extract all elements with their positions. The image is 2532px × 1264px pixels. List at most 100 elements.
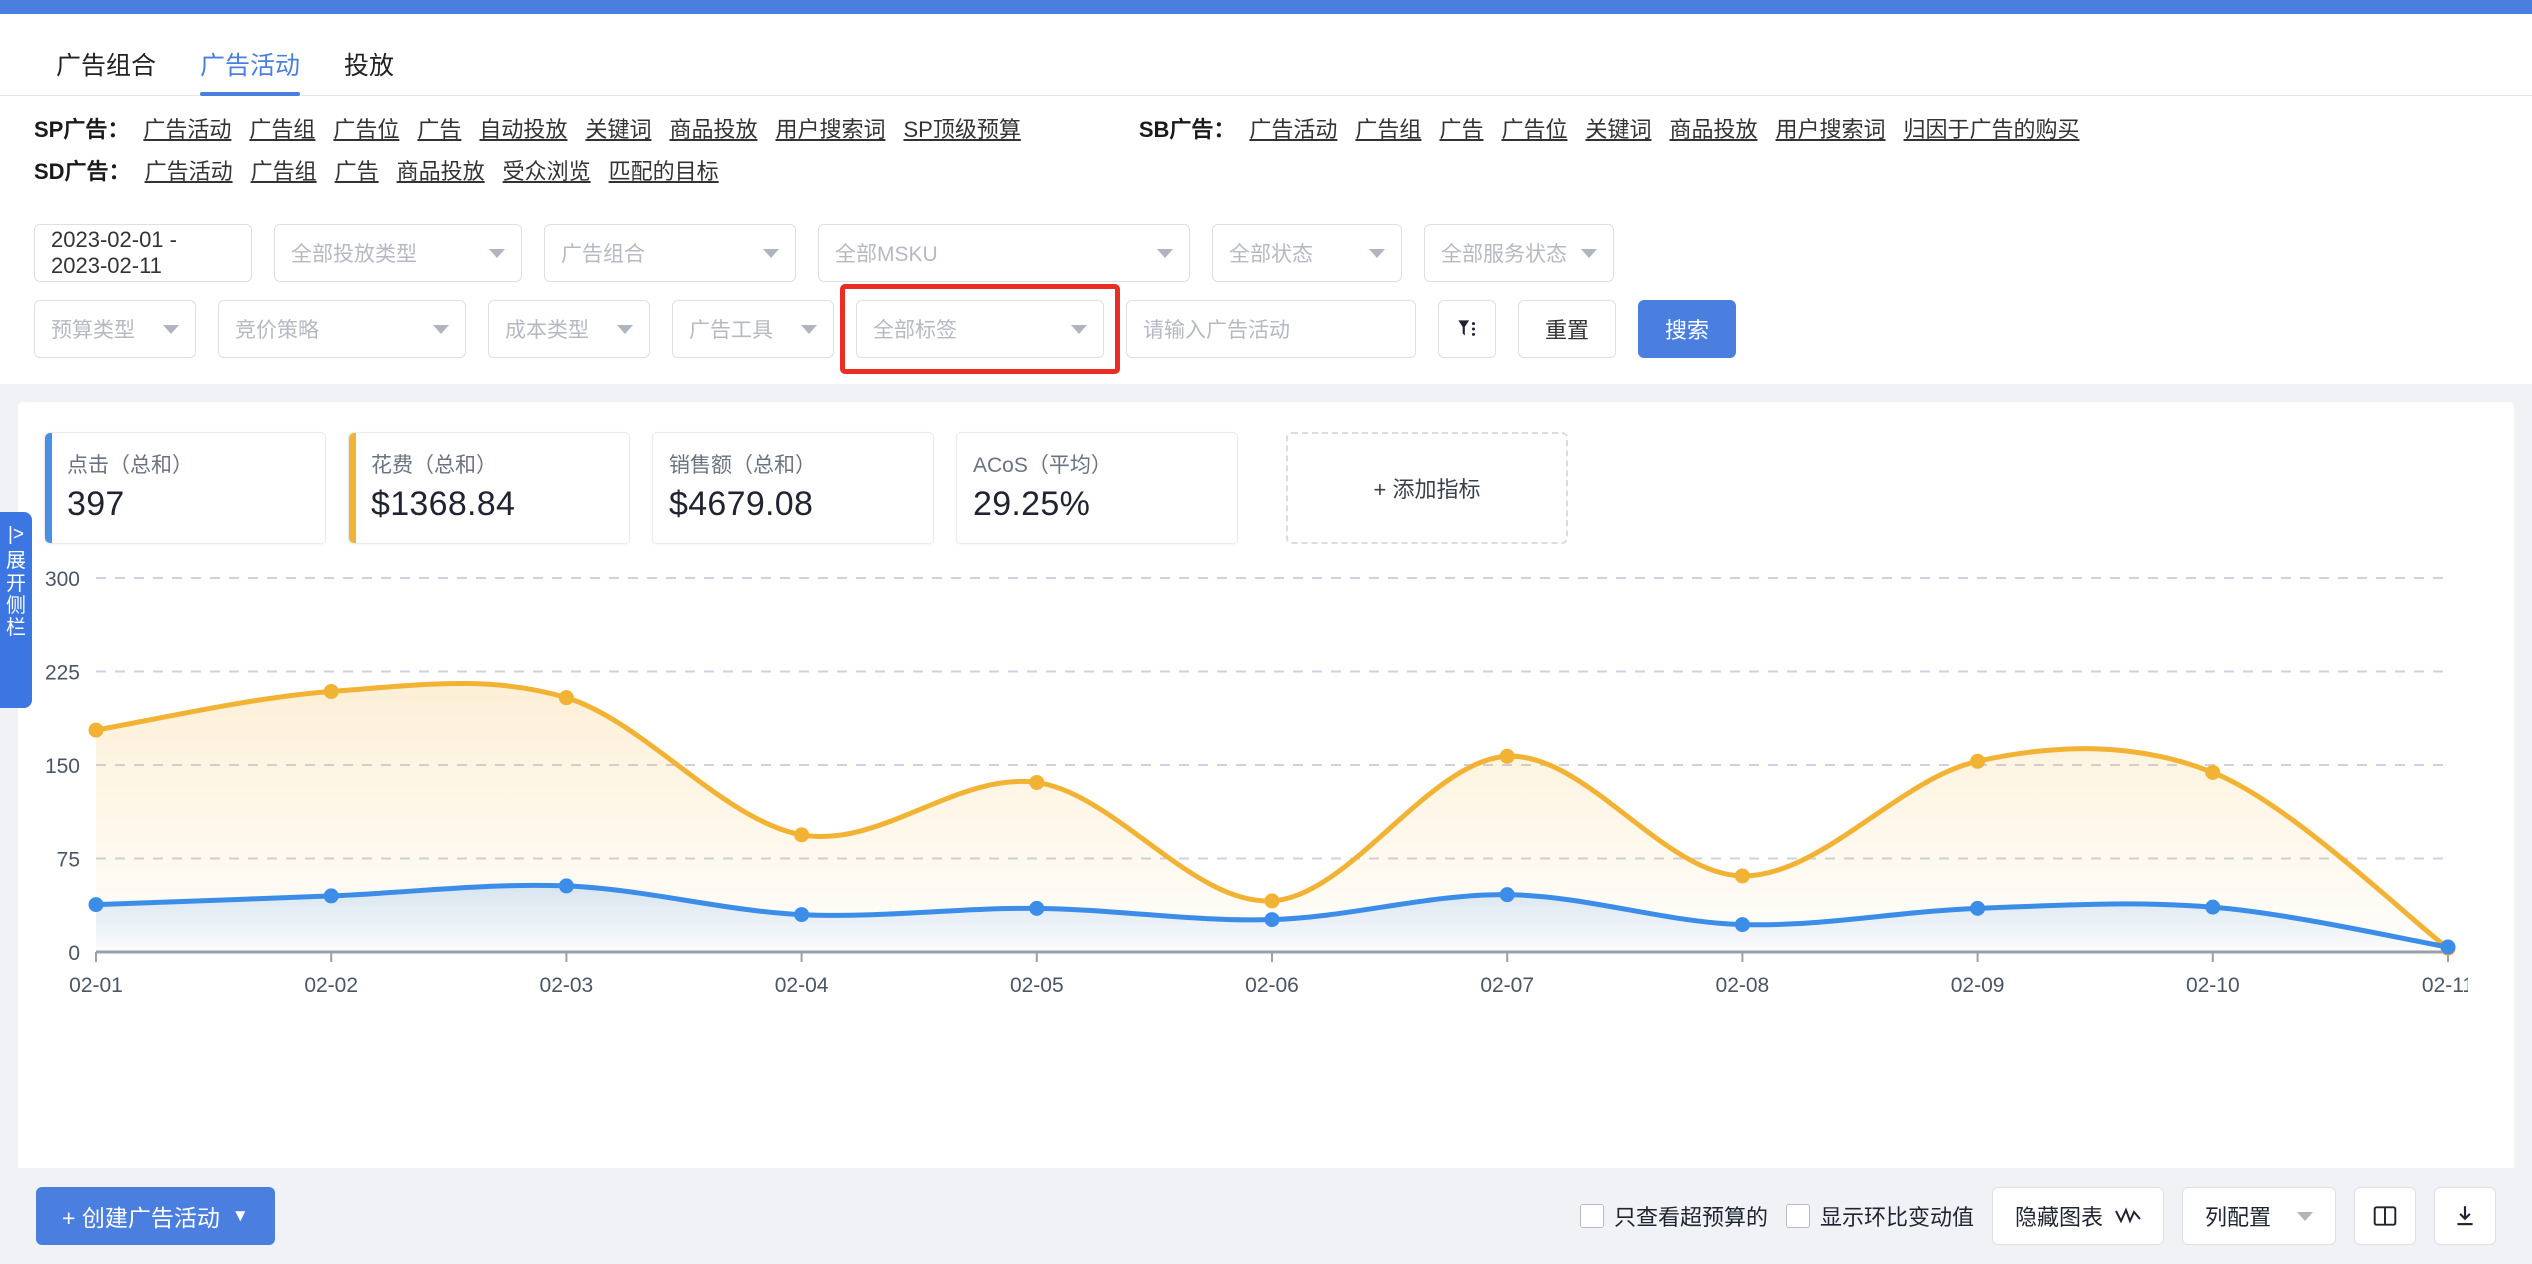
link-group-sb-label: SB广告： <box>1138 117 1236 142</box>
date-range-picker[interactable]: 2023-02-01 - 2023-02-11 <box>34 224 252 282</box>
metric-label: 销售额（总和） <box>669 454 816 477</box>
svg-text:02-05: 02-05 <box>1010 974 1064 997</box>
service-status-label: 全部服务状态 <box>1441 243 1567 266</box>
campaign-search-input[interactable]: 请输入广告活动 <box>1126 300 1416 358</box>
sb-link-attributed-purchase[interactable]: 归因于广告的购买 <box>1904 112 2080 144</box>
sb-link-adgroup[interactable]: 广告组 <box>1355 112 1421 144</box>
metric-card-spend[interactable]: 花费（总和） $1368.84 <box>348 432 630 544</box>
sp-link-auto-targeting[interactable]: 自动投放 <box>479 112 567 144</box>
book-view-button[interactable] <box>2354 1187 2416 1245</box>
quick-links-row-2: SD广告： 广告活动 广告组 广告 商品投放 受众浏览 匹配的目标 <box>34 154 2532 186</box>
link-group-sd-label: SD广告： <box>34 159 131 184</box>
chevron-down-icon <box>1071 324 1087 334</box>
hide-chart-label: 隐藏图表 <box>2014 1205 2103 1230</box>
tab-ad-campaign[interactable]: 广告活动 <box>178 54 322 96</box>
expand-sidebar-char-1: 展 <box>6 550 26 573</box>
search-button[interactable]: 搜索 <box>1638 300 1737 358</box>
link-group-sp: SP广告： 广告活动 广告组 广告位 广告 自动投放 关键词 商品投放 用户搜索… <box>34 112 1021 144</box>
sp-link-ad[interactable]: 广告 <box>417 112 461 144</box>
sb-link-keyword[interactable]: 关键词 <box>1585 112 1651 144</box>
metric-card-sales[interactable]: 销售额（总和） $4679.08 <box>652 432 934 544</box>
svg-text:02-01: 02-01 <box>69 974 123 997</box>
svg-text:02-03: 02-03 <box>540 974 594 997</box>
checkbox-show-change[interactable]: 显示环比变动值 <box>1785 1200 1974 1232</box>
column-config-button[interactable]: 列配置 <box>2181 1187 2336 1245</box>
sp-link-placement[interactable]: 广告位 <box>333 112 399 144</box>
chevron-down-icon: ▼ <box>231 1206 249 1225</box>
filter-row-1: 2023-02-01 - 2023-02-11 全部投放类型 广告组合 全部MS… <box>34 224 2498 282</box>
ad-portfolio-label: 广告组合 <box>561 243 645 266</box>
chevron-down-icon <box>1157 248 1173 258</box>
checkbox-box[interactable] <box>1785 1204 1810 1228</box>
status-select[interactable]: 全部状态 <box>1212 224 1402 282</box>
main-content-card: 点击（总和） 397 花费（总和） $1368.84 销售额（总和） $4679… <box>18 402 2514 1262</box>
chevron-down-icon <box>1369 248 1385 258</box>
checkbox-box[interactable] <box>1579 1204 1604 1228</box>
sd-link-product-targeting[interactable]: 商品投放 <box>397 154 485 186</box>
create-campaign-button[interactable]: + 创建广告活动 ▼ <box>36 1187 275 1245</box>
sp-link-top-budget[interactable]: SP顶级预算 <box>903 112 1020 144</box>
cost-type-select[interactable]: 成本类型 <box>488 300 650 358</box>
svg-text:300: 300 <box>45 568 80 591</box>
msku-select[interactable]: 全部MSKU <box>818 224 1190 282</box>
reset-button[interactable]: 重置 <box>1518 300 1617 358</box>
bidding-strategy-label: 竞价策略 <box>235 319 319 342</box>
svg-text:02-04: 02-04 <box>775 974 829 997</box>
checkbox-over-budget[interactable]: 只查看超预算的 <box>1579 1200 1768 1232</box>
bidding-strategy-select[interactable]: 竞价策略 <box>218 300 466 358</box>
app-root: 广告组合 广告活动 投放 SP广告： 广告活动 广告组 广告位 广告 自动投放 … <box>0 0 2532 1264</box>
top-blue-strip <box>0 0 2532 14</box>
sb-link-search-term[interactable]: 用户搜索词 <box>1776 112 1886 144</box>
sb-link-campaign[interactable]: 广告活动 <box>1249 112 1337 144</box>
sp-link-product-targeting[interactable]: 商品投放 <box>669 112 757 144</box>
sb-link-placement[interactable]: 广告位 <box>1501 112 1567 144</box>
sp-link-adgroup[interactable]: 广告组 <box>249 112 315 144</box>
tab-delivery[interactable]: 投放 <box>322 54 416 95</box>
sd-link-matched-target[interactable]: 匹配的目标 <box>609 154 719 186</box>
sp-link-campaign[interactable]: 广告活动 <box>143 112 231 144</box>
metric-value: $1368.84 <box>371 485 516 523</box>
expand-sidebar-tab[interactable]: |> 展 开 侧 栏 <box>0 512 32 708</box>
ad-tool-select[interactable]: 广告工具 <box>672 300 834 358</box>
quick-links-section: SP广告： 广告活动 广告组 广告位 广告 自动投放 关键词 商品投放 用户搜索… <box>0 96 2532 200</box>
svg-text:02-06: 02-06 <box>1245 974 1299 997</box>
metric-label: 点击（总和） <box>67 454 193 477</box>
funnel-icon-button[interactable] <box>1438 300 1496 358</box>
download-button[interactable] <box>2434 1187 2496 1245</box>
svg-text:225: 225 <box>45 662 80 685</box>
sp-link-keyword[interactable]: 关键词 <box>585 112 651 144</box>
sb-link-product-targeting[interactable]: 商品投放 <box>1669 112 1757 144</box>
checkbox-show-change-label: 显示环比变动值 <box>1819 1205 1974 1230</box>
sd-link-campaign[interactable]: 广告活动 <box>145 154 233 186</box>
ad-portfolio-select[interactable]: 广告组合 <box>544 224 796 282</box>
status-label: 全部状态 <box>1229 243 1313 266</box>
budget-type-label: 预算类型 <box>51 319 135 342</box>
sd-link-audience-view[interactable]: 受众浏览 <box>503 154 591 186</box>
date-range-value: 2023-02-01 - 2023-02-11 <box>51 227 177 278</box>
tag-select-label: 全部标签 <box>873 319 957 342</box>
tab-ad-portfolio[interactable]: 广告组合 <box>34 54 178 95</box>
main-tabbar: 广告组合 广告活动 投放 <box>0 14 2532 96</box>
delivery-type-select[interactable]: 全部投放类型 <box>274 224 522 282</box>
download-icon <box>2457 1206 2473 1226</box>
sb-link-ad[interactable]: 广告 <box>1439 112 1483 144</box>
sd-link-ad[interactable]: 广告 <box>335 154 379 186</box>
funnel-icon <box>1458 320 1476 336</box>
metric-value: 397 <box>67 485 125 523</box>
service-status-select[interactable]: 全部服务状态 <box>1424 224 1614 282</box>
tag-select[interactable]: 全部标签 <box>856 300 1104 358</box>
budget-type-select[interactable]: 预算类型 <box>34 300 196 358</box>
expand-sidebar-char-3: 侧 <box>6 595 26 618</box>
metric-label: ACoS（平均） <box>973 454 1112 477</box>
metric-card-clicks[interactable]: 点击（总和） 397 <box>44 432 326 544</box>
sd-link-adgroup[interactable]: 广告组 <box>251 154 317 186</box>
chevron-down-icon <box>489 248 505 258</box>
ad-tool-label: 广告工具 <box>689 319 773 342</box>
hide-chart-button[interactable]: 隐藏图表 <box>1991 1187 2164 1245</box>
add-metric-button[interactable]: + 添加指标 <box>1286 432 1568 544</box>
cost-type-label: 成本类型 <box>505 319 589 342</box>
svg-text:02-02: 02-02 <box>304 974 358 997</box>
metric-card-acos[interactable]: ACoS（平均） 29.25% <box>956 432 1238 544</box>
sp-link-search-term[interactable]: 用户搜索词 <box>775 112 885 144</box>
svg-text:75: 75 <box>57 849 80 872</box>
